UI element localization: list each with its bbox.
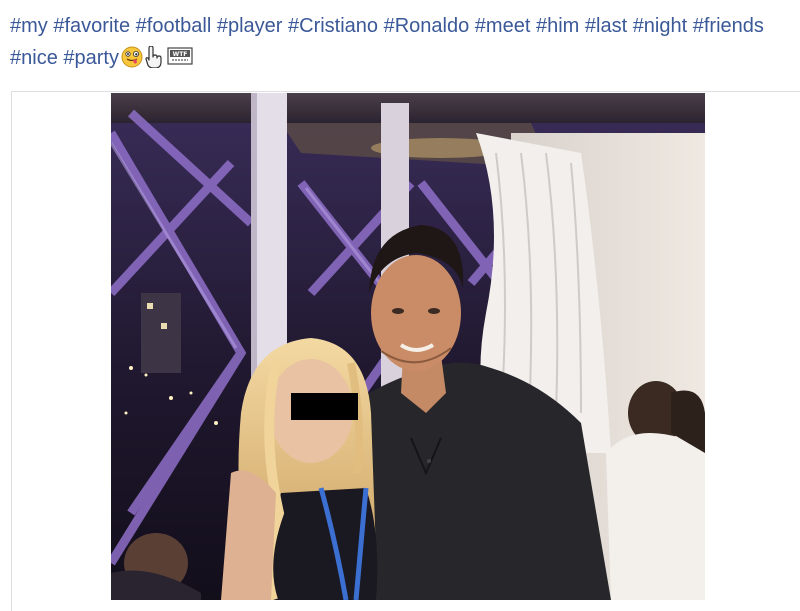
hashtag-link[interactable]: #Cristiano	[288, 15, 378, 37]
pointing-hand-icon	[145, 45, 165, 78]
photo-image	[111, 93, 705, 600]
hashtag-link[interactable]: #favorite	[53, 15, 130, 37]
face-with-tongue-icon	[121, 46, 143, 78]
hashtag-link[interactable]: #last	[585, 15, 627, 37]
post-caption: #my #favorite #football #player #Cristia…	[10, 10, 800, 78]
hashtag-link[interactable]: #player	[217, 15, 283, 37]
hashtag-link[interactable]: #him	[536, 15, 579, 37]
hashtag-link[interactable]: #meet	[475, 15, 531, 37]
hashtag-link[interactable]: #Ronaldo	[384, 15, 470, 37]
hashtag-link[interactable]: #party	[63, 47, 119, 69]
hashtag-link[interactable]: #nice	[10, 47, 58, 69]
hashtag-link[interactable]: #friends	[693, 15, 764, 37]
post-photo[interactable]	[111, 93, 705, 600]
hashtag-link[interactable]: #night	[633, 15, 688, 37]
wtf-sign-text: WTF	[173, 51, 188, 58]
hashtag-link[interactable]: #my	[10, 15, 48, 37]
wtf-sign-icon: WTF	[167, 46, 193, 78]
hashtag-link[interactable]: #football	[136, 15, 212, 37]
censor-bar	[291, 393, 358, 420]
